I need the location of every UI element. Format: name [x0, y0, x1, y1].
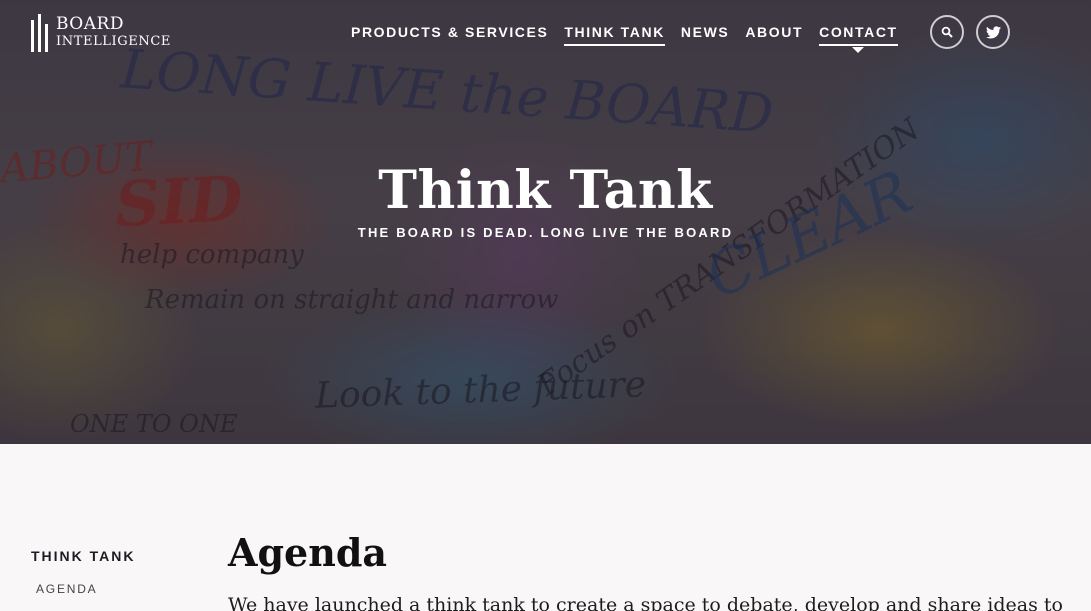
logo-line-2: INTELLIGENCE — [56, 34, 171, 49]
sidebar-item-agenda[interactable]: AGENDA — [36, 582, 97, 596]
nav-products-services[interactable]: PRODUCTS & SERVICES — [351, 24, 548, 46]
hero-subtitle: THE BOARD IS DEAD. LONG LIVE THE BOARD — [357, 225, 734, 240]
intro-paragraph: We have launched a think tank to create … — [228, 594, 1063, 611]
twitter-button[interactable] — [976, 15, 1010, 49]
search-button[interactable] — [930, 15, 964, 49]
logo-text: BOARD INTELLIGENCE — [56, 16, 171, 50]
main-nav: PRODUCTS & SERVICES THINK TANK NEWS ABOU… — [351, 24, 914, 53]
page-title: Agenda — [228, 530, 388, 575]
sidebar-heading: THINK TANK — [31, 548, 136, 564]
twitter-icon — [985, 25, 1001, 38]
nav-contact-label: CONTACT — [819, 24, 898, 40]
nav-about[interactable]: ABOUT — [745, 24, 803, 46]
logo-line-1: BOARD — [56, 14, 124, 34]
nav-think-tank[interactable]: THINK TANK — [564, 24, 665, 46]
hero-title: Think Tank — [378, 160, 713, 221]
caret-down-icon — [852, 47, 865, 53]
hero-banner: LONG LIVE the BOARD SID help company Rem… — [0, 0, 1091, 444]
nav-contact[interactable]: CONTACT — [819, 24, 898, 53]
search-icon — [941, 26, 953, 38]
site-logo[interactable]: BOARD INTELLIGENCE — [30, 14, 171, 52]
logo-icon — [30, 14, 48, 52]
hero-overlay — [0, 0, 1091, 444]
nav-news[interactable]: NEWS — [681, 24, 729, 46]
